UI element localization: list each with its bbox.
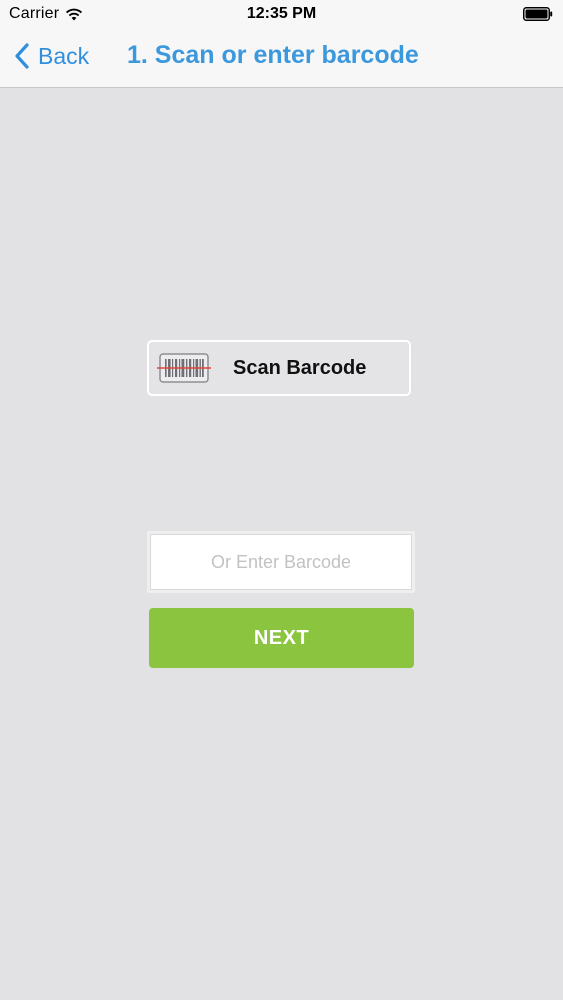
status-bar: Carrier 12:35 PM [0, 0, 563, 30]
page-title: 1. Scan or enter barcode [127, 41, 419, 69]
next-button[interactable]: NEXT [149, 608, 414, 668]
battery-icon [523, 7, 553, 21]
barcode-input[interactable] [150, 534, 412, 590]
chevron-left-icon [15, 43, 29, 69]
next-button-label: NEXT [253, 626, 310, 649]
scan-barcode-button[interactable]: Scan Barcode [147, 340, 411, 396]
back-button[interactable]: Back [14, 42, 89, 70]
barcode-icon [157, 353, 211, 383]
barcode-input-container [147, 531, 415, 593]
scan-barcode-label: Scan Barcode [233, 356, 367, 379]
status-time: 12:35 PM [246, 5, 317, 22]
back-label: Back [38, 42, 90, 69]
navigation-bar: Back 1. Scan or enter barcode [0, 30, 563, 88]
